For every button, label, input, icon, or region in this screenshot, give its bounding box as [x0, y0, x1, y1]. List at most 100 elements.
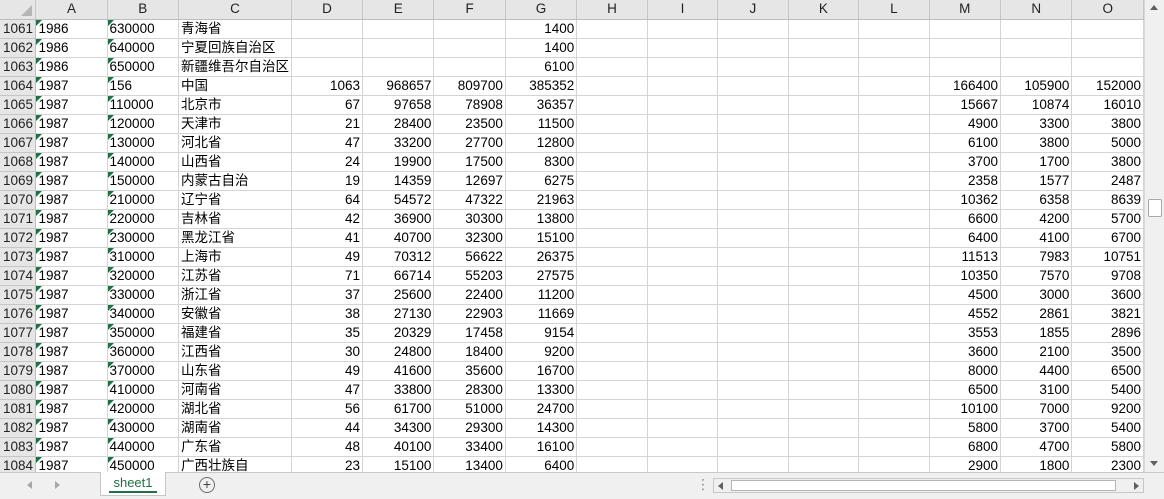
cell-m[interactable]: 6400 [929, 228, 1002, 248]
cell-a[interactable]: 1987 [35, 266, 108, 286]
cell-b[interactable]: 310000 [107, 247, 179, 267]
cell-a[interactable]: 1987 [35, 114, 108, 134]
cell-d[interactable]: 47 [291, 380, 364, 400]
cell-n[interactable]: 7570 [1000, 266, 1073, 286]
cell-j[interactable] [717, 418, 789, 438]
cell-d[interactable]: 35 [291, 323, 364, 343]
cell-c[interactable]: 江西省 [178, 342, 292, 362]
cell-c[interactable]: 河北省 [178, 133, 292, 153]
cell-l[interactable] [858, 437, 930, 457]
cell-k[interactable] [788, 228, 860, 248]
cell-a[interactable]: 1987 [35, 152, 108, 172]
cell-o[interactable]: 6700 [1071, 228, 1144, 248]
cell-h[interactable] [576, 133, 648, 153]
cell-i[interactable] [647, 418, 719, 438]
cell-i[interactable] [647, 266, 719, 286]
cell-b[interactable]: 110000 [107, 95, 179, 115]
cell-l[interactable] [858, 266, 930, 286]
cell-c[interactable]: 上海市 [178, 247, 292, 267]
cell-g[interactable]: 12800 [505, 133, 578, 153]
cell-h[interactable] [576, 76, 648, 96]
cell-h[interactable] [576, 304, 648, 324]
cell-i[interactable] [647, 209, 719, 229]
cell-j[interactable] [717, 152, 789, 172]
column-header-b[interactable]: B [107, 0, 179, 20]
row-header[interactable]: 1061 [0, 19, 37, 39]
cell-d[interactable]: 30 [291, 342, 364, 362]
cell-k[interactable] [788, 247, 860, 267]
cell-m[interactable] [929, 38, 1002, 58]
cell-e[interactable]: 41600 [362, 361, 435, 381]
cell-i[interactable] [647, 114, 719, 134]
cell-f[interactable]: 56622 [433, 247, 506, 267]
cell-l[interactable] [858, 285, 930, 305]
cell-k[interactable] [788, 342, 860, 362]
cell-h[interactable] [576, 342, 648, 362]
cell-n[interactable]: 3000 [1000, 285, 1073, 305]
cell-j[interactable] [717, 304, 789, 324]
cell-b[interactable]: 420000 [107, 399, 179, 419]
cell-l[interactable] [858, 190, 930, 210]
cell-m[interactable]: 6500 [929, 380, 1002, 400]
cell-k[interactable] [788, 152, 860, 172]
column-header-l[interactable]: L [858, 0, 930, 20]
cell-g[interactable]: 36357 [505, 95, 578, 115]
cell-e[interactable]: 25600 [362, 285, 435, 305]
cell-c[interactable]: 广西壮族自 [178, 456, 292, 472]
cell-m[interactable]: 3600 [929, 342, 1002, 362]
cell-g[interactable]: 11200 [505, 285, 578, 305]
cell-e[interactable]: 27130 [362, 304, 435, 324]
spreadsheet-grid[interactable]: ABCDEFGHIJKLMNO 1061 1986 630000 青海省 1400 106… [0, 0, 1144, 472]
cell-l[interactable] [858, 19, 930, 39]
cell-n[interactable]: 3100 [1000, 380, 1073, 400]
cell-d[interactable]: 41 [291, 228, 364, 248]
cell-h[interactable] [576, 399, 648, 419]
cell-f[interactable]: 28300 [433, 380, 506, 400]
cell-b[interactable]: 120000 [107, 114, 179, 134]
cell-b[interactable]: 230000 [107, 228, 179, 248]
row-header[interactable]: 1078 [0, 342, 37, 362]
cell-f[interactable]: 33400 [433, 437, 506, 457]
cell-g[interactable]: 16700 [505, 361, 578, 381]
cell-f[interactable]: 27700 [433, 133, 506, 153]
cell-g[interactable]: 9200 [505, 342, 578, 362]
cell-l[interactable] [858, 380, 930, 400]
cell-g[interactable]: 24700 [505, 399, 578, 419]
row-header[interactable]: 1071 [0, 209, 37, 229]
cell-a[interactable]: 1987 [35, 190, 108, 210]
cell-e[interactable]: 34300 [362, 418, 435, 438]
column-header-h[interactable]: H [576, 0, 648, 20]
cell-k[interactable] [788, 399, 860, 419]
cell-a[interactable]: 1987 [35, 247, 108, 267]
cell-i[interactable] [647, 361, 719, 381]
cell-f[interactable]: 29300 [433, 418, 506, 438]
column-header-d[interactable]: D [291, 0, 364, 20]
cell-o[interactable]: 3800 [1071, 152, 1144, 172]
cell-m[interactable]: 10350 [929, 266, 1002, 286]
cell-f[interactable]: 17458 [433, 323, 506, 343]
cell-c[interactable]: 内蒙古自治 [178, 171, 292, 191]
cell-l[interactable] [858, 114, 930, 134]
horizontal-scroll-thumb[interactable] [731, 480, 1116, 491]
cell-a[interactable]: 1987 [35, 418, 108, 438]
cell-h[interactable] [576, 285, 648, 305]
column-header-a[interactable]: A [35, 0, 108, 20]
cell-o[interactable]: 6500 [1071, 361, 1144, 381]
cell-k[interactable] [788, 38, 860, 58]
cell-i[interactable] [647, 456, 719, 472]
cell-n[interactable]: 2100 [1000, 342, 1073, 362]
cell-m[interactable]: 166400 [929, 76, 1002, 96]
cell-a[interactable]: 1987 [35, 361, 108, 381]
cell-o[interactable]: 10751 [1071, 247, 1144, 267]
row-header[interactable]: 1073 [0, 247, 37, 267]
cell-j[interactable] [717, 323, 789, 343]
cell-b[interactable]: 130000 [107, 133, 179, 153]
cell-e[interactable]: 66714 [362, 266, 435, 286]
cell-b[interactable]: 140000 [107, 152, 179, 172]
column-header-f[interactable]: F [433, 0, 506, 20]
cell-o[interactable]: 5400 [1071, 418, 1144, 438]
cell-h[interactable] [576, 323, 648, 343]
row-header[interactable]: 1079 [0, 361, 37, 381]
cell-n[interactable]: 6358 [1000, 190, 1073, 210]
cell-e[interactable]: 20329 [362, 323, 435, 343]
